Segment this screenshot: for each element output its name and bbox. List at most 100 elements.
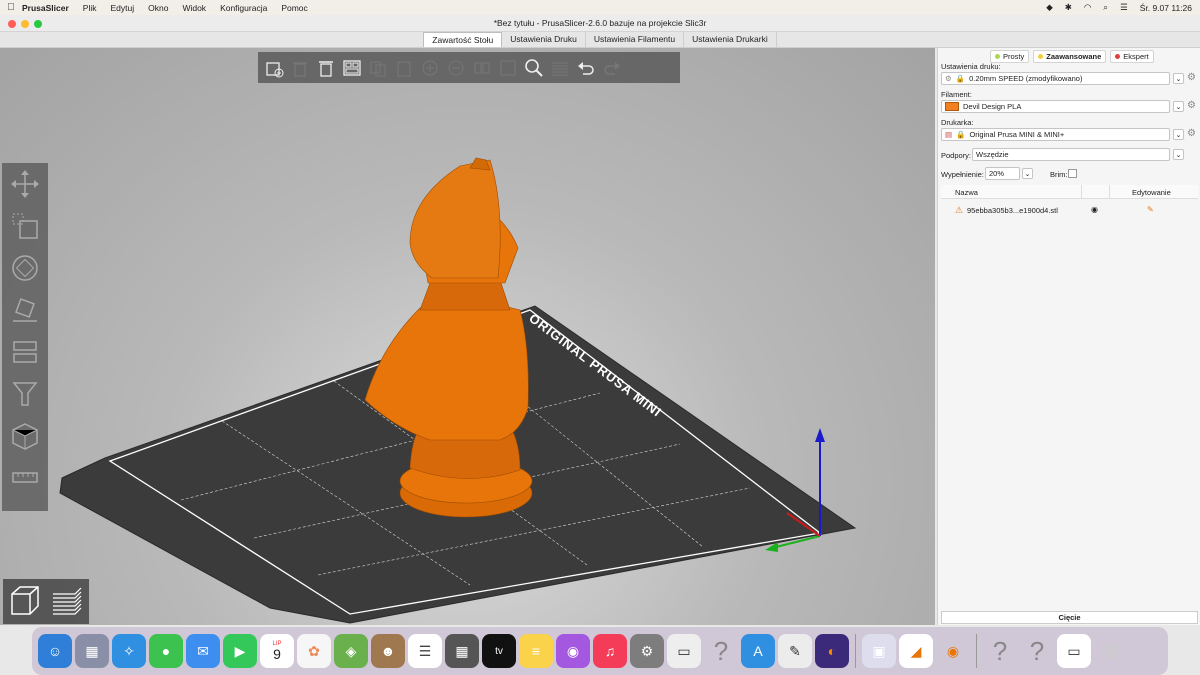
- mode-advanced-button[interactable]: Zaawansowane: [1033, 50, 1107, 63]
- notes-icon[interactable]: ≡: [519, 634, 553, 668]
- app-menu[interactable]: PrusaSlicer: [22, 3, 69, 13]
- object-name[interactable]: 95ebba305b3...e1900d4.stl: [967, 206, 1058, 215]
- wifi-icon[interactable]: ◠: [1084, 2, 1091, 13]
- infill-value: 20%: [989, 169, 1005, 178]
- messages-icon[interactable]: ●: [149, 634, 183, 668]
- prusaslicer-icon[interactable]: ◢: [899, 634, 933, 668]
- launchpad-icon[interactable]: ▦: [75, 634, 109, 668]
- search-icon[interactable]: ⌕: [1103, 2, 1108, 13]
- chevron-down-icon[interactable]: ⌄: [1173, 73, 1184, 84]
- firefox-icon[interactable]: ◐: [815, 634, 849, 668]
- chevron-down-icon[interactable]: ⌄: [1173, 149, 1184, 160]
- unknown-app-icon[interactable]: ?: [1020, 634, 1054, 668]
- music-icon[interactable]: ♫: [593, 634, 627, 668]
- move-icon[interactable]: [2, 163, 48, 205]
- seam-painting-icon[interactable]: [2, 415, 48, 457]
- contacts-icon[interactable]: ☻: [371, 634, 405, 668]
- apple-icon[interactable]: : [0, 2, 22, 13]
- cut-icon[interactable]: [2, 331, 48, 373]
- scale-icon[interactable]: [2, 205, 48, 247]
- safari-icon[interactable]: ✧: [112, 634, 146, 668]
- tab-filament-settings[interactable]: Ustawienia Filamentu: [586, 32, 685, 47]
- 3d-viewport[interactable]: ORIGINAL PRUSA MINI: [0, 48, 935, 625]
- brim-checkbox[interactable]: [1068, 169, 1077, 178]
- printer-combo[interactable]: ▤ 🔒 Original Prusa MINI & MINI+: [941, 128, 1170, 141]
- maps-icon[interactable]: ◈: [334, 634, 368, 668]
- chevron-down-icon[interactable]: ⌄: [1173, 129, 1184, 140]
- menu-configuration[interactable]: Konfiguracja: [220, 3, 267, 13]
- gear-icon[interactable]: ⚙: [1187, 100, 1196, 111]
- close-window-button[interactable]: [8, 20, 16, 28]
- 3d-view-icon[interactable]: [6, 582, 44, 620]
- menu-view[interactable]: Widok: [182, 3, 206, 13]
- undo-icon[interactable]: [574, 56, 597, 79]
- copy-button[interactable]: [366, 56, 389, 79]
- edit-settings-icon[interactable]: ✎: [1147, 205, 1154, 214]
- place-on-face-icon[interactable]: [2, 289, 48, 331]
- tab-print-settings[interactable]: Ustawienia Druku: [502, 32, 586, 47]
- system-settings-icon[interactable]: ⚙: [630, 634, 664, 668]
- podcasts-icon[interactable]: ◉: [556, 634, 590, 668]
- paste-button[interactable]: [392, 56, 415, 79]
- preview-layers-icon[interactable]: [48, 582, 86, 620]
- delete-all-button[interactable]: [314, 56, 337, 79]
- calculator-icon[interactable]: ▦: [445, 634, 479, 668]
- filament-color-swatch[interactable]: [945, 102, 959, 111]
- menu-file[interactable]: Plik: [83, 3, 97, 13]
- chevron-down-icon[interactable]: ⌄: [1173, 101, 1184, 112]
- downloads-icon[interactable]: ▭: [1057, 634, 1091, 668]
- preview-icon[interactable]: ▣: [862, 634, 896, 668]
- warning-icon[interactable]: ⚠: [955, 205, 963, 216]
- facetime-icon[interactable]: ▶: [223, 634, 257, 668]
- printer-app-icon[interactable]: ▭: [667, 634, 701, 668]
- layers-editing-button[interactable]: [548, 56, 571, 79]
- infill-combo[interactable]: 20%: [985, 167, 1020, 180]
- photos-icon[interactable]: ✿: [297, 634, 331, 668]
- unknown-app-icon[interactable]: ?: [983, 634, 1017, 668]
- gear-icon[interactable]: ⚙: [1187, 128, 1196, 139]
- measure-icon[interactable]: [2, 457, 48, 499]
- remove-instance-button[interactable]: [444, 56, 467, 79]
- paint-supports-icon[interactable]: [2, 373, 48, 415]
- app-store-icon[interactable]: A: [741, 634, 775, 668]
- add-object-button[interactable]: [262, 56, 285, 79]
- tab-plater[interactable]: Zawartość Stołu: [423, 32, 503, 47]
- object-list-row[interactable]: ⚠ 95ebba305b3...e1900d4.stl ◉ ✎: [941, 204, 1198, 218]
- slice-button[interactable]: Cięcie: [941, 611, 1198, 624]
- rotate-icon[interactable]: [2, 247, 48, 289]
- control-center-icon[interactable]: ☰: [1120, 2, 1128, 13]
- bluetooth-icon[interactable]: ✱: [1065, 2, 1072, 13]
- printer-value: Original Prusa MINI & MINI+: [969, 130, 1065, 139]
- mail-icon[interactable]: ✉: [186, 634, 220, 668]
- menu-edit[interactable]: Edytuj: [110, 3, 134, 13]
- search-icon[interactable]: [522, 56, 545, 79]
- reminders-icon[interactable]: ☰: [408, 634, 442, 668]
- dropbox-icon[interactable]: ◆: [1046, 2, 1053, 13]
- filament-combo[interactable]: Devil Design PLA: [941, 100, 1170, 113]
- textedit-icon[interactable]: ✎: [778, 634, 812, 668]
- redo-icon[interactable]: [600, 56, 623, 79]
- blender-icon[interactable]: ◉: [936, 634, 970, 668]
- split-objects-button[interactable]: [470, 56, 493, 79]
- menu-help[interactable]: Pomoc: [281, 3, 307, 13]
- unknown-app-icon[interactable]: ?: [704, 634, 738, 668]
- maximize-window-button[interactable]: [34, 20, 42, 28]
- tab-printer-settings[interactable]: Ustawienia Drukarki: [684, 32, 777, 47]
- gear-icon[interactable]: ⚙: [1187, 72, 1196, 83]
- delete-button[interactable]: [288, 56, 311, 79]
- arrange-button[interactable]: [340, 56, 363, 79]
- add-instance-button[interactable]: [418, 56, 441, 79]
- split-parts-button[interactable]: [496, 56, 519, 79]
- finder-icon[interactable]: ☺: [38, 634, 72, 668]
- mode-expert-button[interactable]: Ekspert: [1110, 50, 1154, 63]
- visibility-eye-icon[interactable]: ◉: [1091, 205, 1098, 214]
- trash-icon[interactable]: 🗑: [1094, 634, 1128, 668]
- print-settings-combo[interactable]: ⚙ 🔒 0.20mm SPEED (zmodyfikowano): [941, 72, 1170, 85]
- apple-tv-icon[interactable]: tv: [482, 634, 516, 668]
- supports-combo[interactable]: Wszędzie: [972, 148, 1170, 161]
- minimize-window-button[interactable]: [21, 20, 29, 28]
- chevron-down-icon[interactable]: ⌄: [1022, 168, 1033, 179]
- menu-window[interactable]: Okno: [148, 3, 168, 13]
- clock[interactable]: Śr. 9.07 11:26: [1140, 3, 1192, 13]
- calendar-icon[interactable]: LIP 9: [260, 634, 294, 668]
